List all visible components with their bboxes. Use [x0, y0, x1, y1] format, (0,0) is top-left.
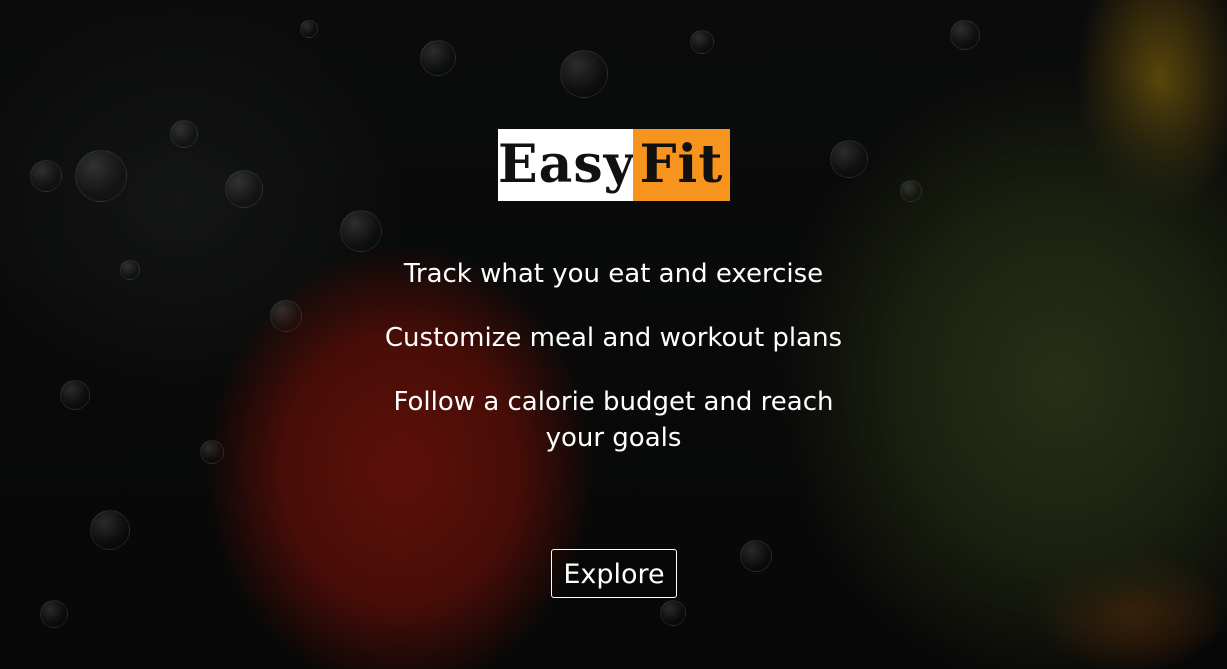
logo-easy-text: Easy	[498, 129, 634, 201]
hero-section: Easy Fit Track what you eat and exercise…	[0, 0, 1227, 669]
feature-list: Track what you eat and exercise Customiz…	[0, 256, 1227, 484]
logo-fit-text: Fit	[633, 129, 730, 201]
feature-item-customize: Customize meal and workout plans	[384, 323, 843, 353]
hero-content: Easy Fit Track what you eat and exercise…	[0, 0, 1227, 669]
explore-button[interactable]: Explore	[551, 549, 677, 598]
feature-item-calorie-budget: Follow a calorie budget and reach your g…	[393, 387, 834, 453]
feature-item-track: Track what you eat and exercise	[403, 259, 824, 289]
easyfit-logo: Easy Fit	[498, 129, 730, 201]
